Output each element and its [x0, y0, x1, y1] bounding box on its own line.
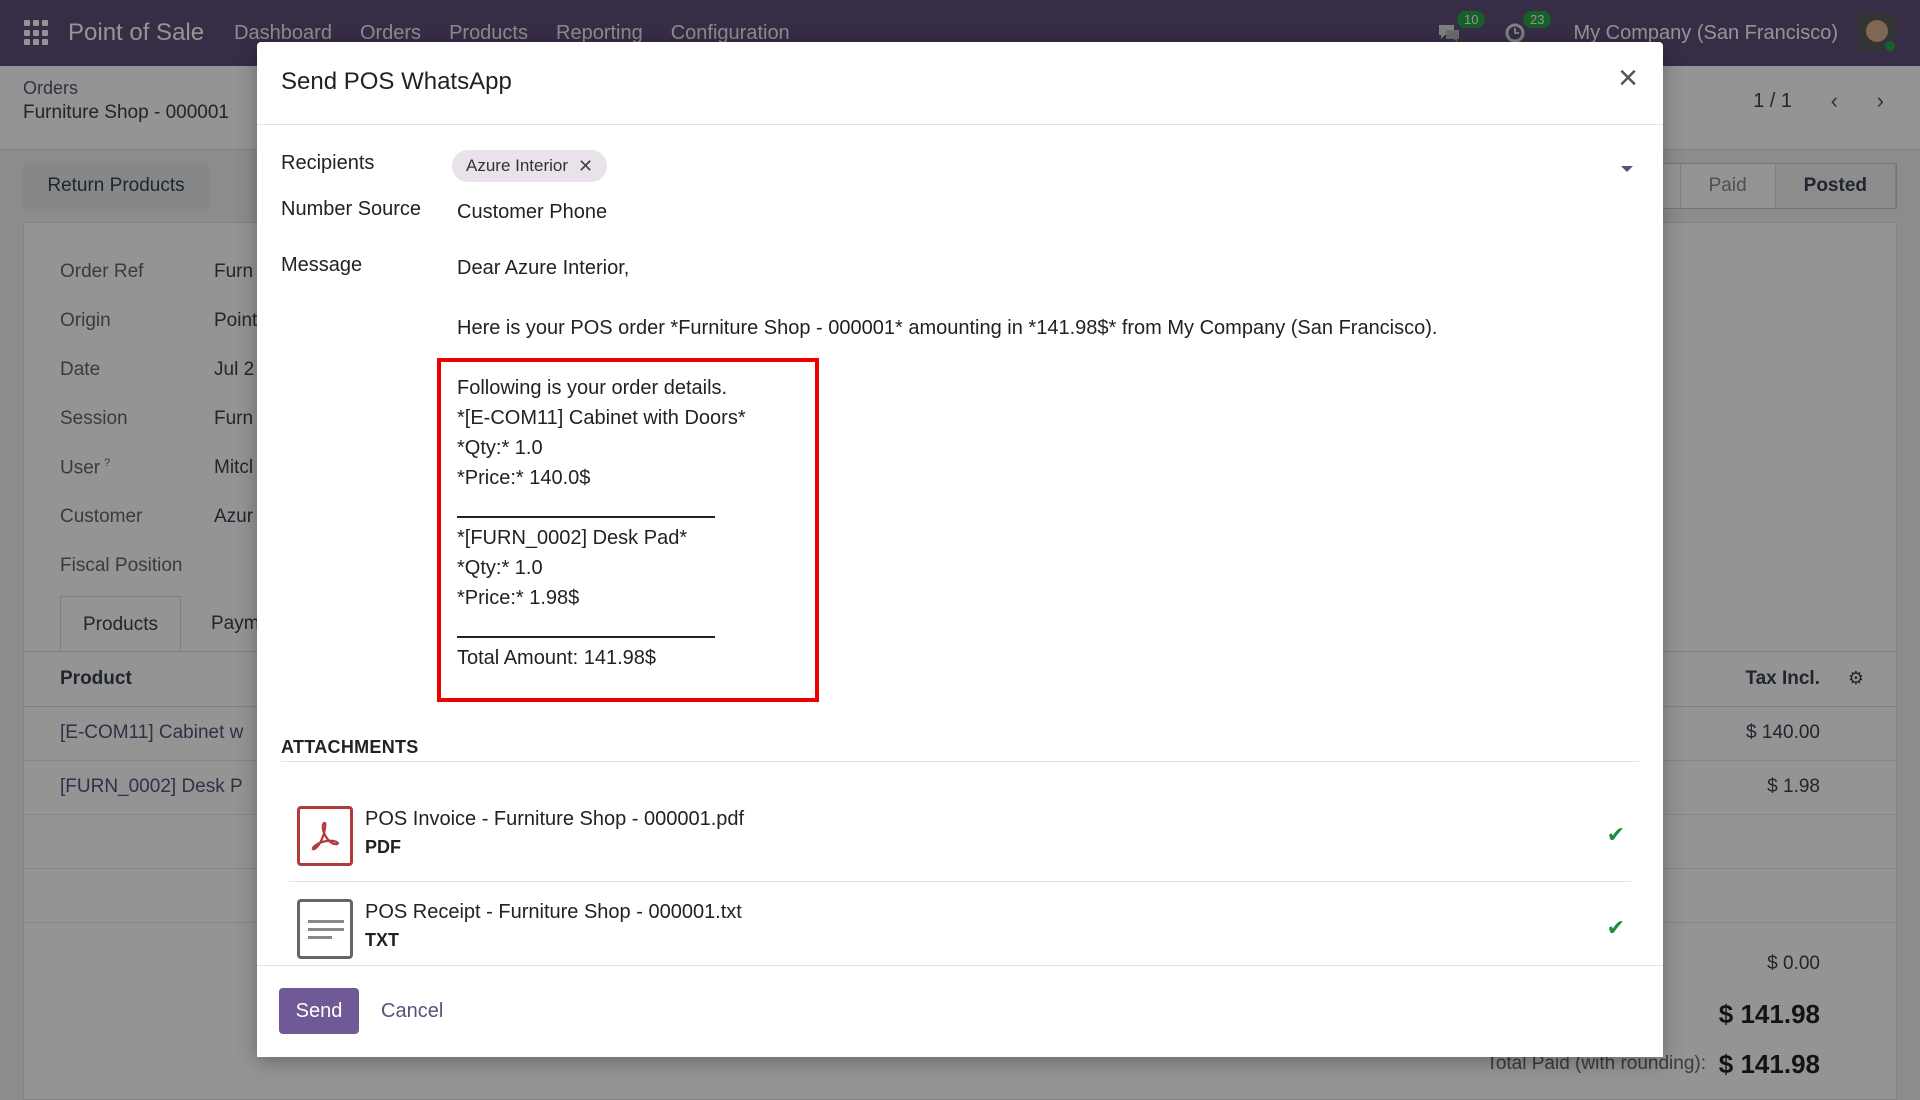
message-greeting: Dear Azure Interior,	[457, 257, 630, 279]
pdf-file-icon	[297, 806, 353, 866]
highlight-annotation-box	[437, 358, 819, 702]
message-label: Message	[281, 254, 363, 276]
dialog-title: Send POS WhatsApp	[281, 68, 512, 95]
dialog-header: Send POS WhatsApp ×	[257, 42, 1663, 125]
txt-line	[308, 935, 332, 939]
remove-tag-icon[interactable]: ✕	[578, 156, 593, 177]
attachment-name[interactable]: POS Invoice - Furniture Shop - 000001.pd…	[365, 808, 744, 831]
attachment-type: PDF	[365, 837, 401, 857]
number-source-value[interactable]: Customer Phone	[457, 201, 607, 224]
attachments-title: ATTACHMENTS	[281, 737, 419, 757]
send-pos-whatsapp-dialog: Send POS WhatsApp × Recipients Azure Int…	[257, 42, 1663, 1057]
recipients-label: Recipients	[281, 152, 375, 174]
attachment-item[interactable]: POS Receipt - Furniture Shop - 000001.tx…	[289, 887, 1631, 975]
txt-file-icon	[297, 899, 353, 959]
attachment-type: TXT	[365, 930, 399, 950]
close-icon[interactable]: ×	[1613, 61, 1643, 95]
cancel-button[interactable]: Cancel	[381, 1000, 443, 1023]
attachment-name[interactable]: POS Receipt - Furniture Shop - 000001.tx…	[365, 901, 742, 924]
txt-line	[308, 927, 344, 931]
recipients-dropdown-icon[interactable]	[1621, 166, 1633, 172]
recipient-tag[interactable]: Azure Interior ✕	[452, 150, 608, 182]
number-source-label: Number Source	[281, 198, 422, 220]
dialog-footer: Send Cancel	[257, 965, 1663, 1057]
check-icon: ✔	[1606, 915, 1625, 940]
recipient-tag-label: Azure Interior	[466, 156, 569, 175]
txt-line	[308, 919, 344, 923]
check-icon: ✔	[1606, 822, 1625, 847]
message-intro: Here is your POS order *Furniture Shop -…	[457, 317, 1438, 339]
attachment-item[interactable]: POS Invoice - Furniture Shop - 000001.pd…	[289, 794, 1631, 882]
attachments-divider	[281, 761, 1639, 762]
send-button[interactable]: Send	[279, 988, 359, 1034]
